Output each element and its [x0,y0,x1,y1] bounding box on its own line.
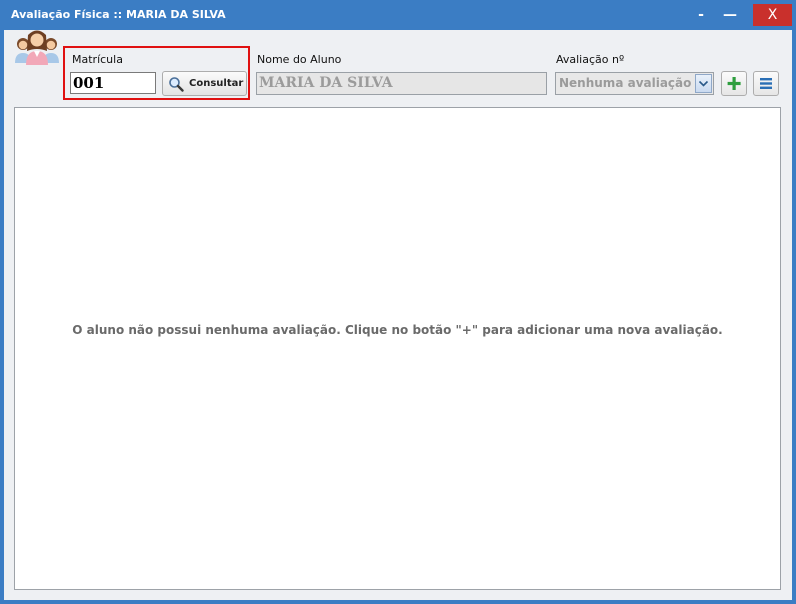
avaliacao-content-panel: O aluno não possui nenhuma avaliação. Cl… [14,107,781,590]
matricula-label: Matrícula [72,53,123,66]
close-button[interactable]: X [753,4,792,26]
nome-aluno-field: MARIA DA SILVA [256,72,547,95]
window-title: Avaliação Física :: MARIA DA SILVA [11,8,226,21]
consultar-button[interactable]: Consultar [162,71,247,96]
nome-aluno-label: Nome do Aluno [257,53,342,66]
app-window: Avaliação Física :: MARIA DA SILVA - — X… [0,0,796,604]
magnifier-icon [169,77,184,92]
users-group-icon [15,30,59,65]
menu-button[interactable] [753,71,779,96]
plus-icon [727,77,741,90]
empty-state-message: O aluno não possui nenhuma avaliação. Cl… [72,323,723,337]
avaliacao-label: Avaliação nº [556,53,625,66]
title-bar[interactable]: Avaliação Física :: MARIA DA SILVA - — X [0,0,796,30]
maximize-button[interactable]: — [718,4,742,26]
avaliacao-selected-value: Nenhuma avaliação [559,76,692,90]
matricula-input[interactable]: 001 [70,72,156,94]
add-avaliacao-button[interactable] [721,71,747,96]
minimize-button[interactable]: - [690,4,712,26]
avaliacao-select[interactable]: Nenhuma avaliação [555,72,714,95]
hamburger-menu-icon [760,78,772,89]
consultar-label: Consultar [189,78,244,89]
chevron-down-icon[interactable] [695,74,712,93]
